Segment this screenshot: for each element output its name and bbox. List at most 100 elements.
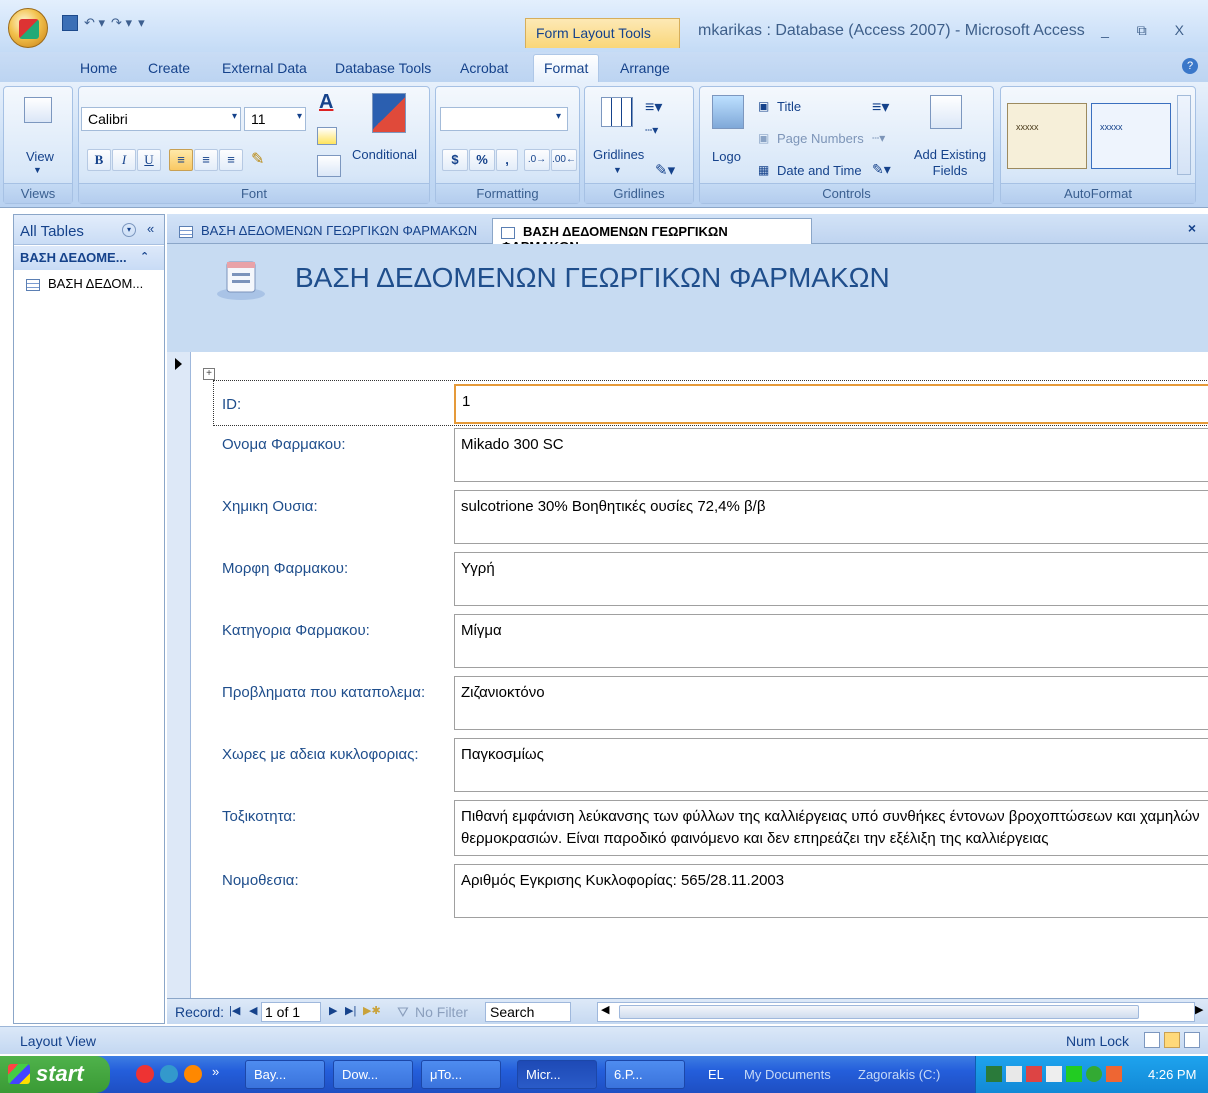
save-icon[interactable] bbox=[62, 15, 78, 31]
align-center-icon[interactable]: ≡ bbox=[194, 149, 218, 171]
autoformat-sample-2[interactable]: xxxxx bbox=[1091, 103, 1171, 169]
quicklaunch-firefox-icon[interactable] bbox=[184, 1065, 202, 1083]
field-form[interactable]: Υγρή bbox=[454, 552, 1208, 606]
taskbar-button-2[interactable]: Dow... bbox=[333, 1060, 413, 1089]
tab-external-data[interactable]: External Data bbox=[222, 60, 307, 76]
quicklaunch-ie-icon[interactable] bbox=[160, 1065, 178, 1083]
tray-icon-1[interactable] bbox=[986, 1066, 1002, 1082]
taskbar-button-5[interactable]: 6.P... bbox=[605, 1060, 685, 1089]
start-button[interactable]: start bbox=[0, 1056, 110, 1093]
toolbar-drive[interactable]: Zagorakis (C:) bbox=[858, 1067, 940, 1082]
nav-group-header[interactable]: ΒΑΣΗ ΔΕΔΟΜΕ... ⌃ bbox=[14, 246, 164, 270]
undo-icon[interactable]: ↶ ▾ bbox=[84, 15, 105, 31]
doc-tab-form[interactable]: ΒΑΣΗ ΔΕΔΟΜΕΝΩΝ ΓΕΩΡΓΙΚΩΝ ΦΑΡΜΑΚΩΝ bbox=[492, 218, 812, 254]
font-name-dropdown-icon[interactable]: ▾ bbox=[232, 111, 237, 122]
line-type-icon[interactable]: ┄▾ bbox=[645, 123, 658, 137]
nav-item-table[interactable]: ΒΑΣΗ ΔΕΔΟΜ... bbox=[14, 273, 164, 297]
scroll-thumb[interactable] bbox=[619, 1005, 1139, 1019]
border-type-icon[interactable]: ┄▾ bbox=[872, 131, 885, 145]
field-id[interactable]: 1 bbox=[454, 384, 1208, 424]
nav-pane-header[interactable]: All Tables ▾ « bbox=[14, 215, 164, 245]
add-existing-fields-button[interactable]: Add Existing Fields bbox=[912, 147, 988, 179]
line-color-icon[interactable]: ✎▾ bbox=[655, 161, 675, 179]
tab-home[interactable]: Home bbox=[80, 60, 117, 76]
help-icon[interactable]: ? bbox=[1182, 58, 1198, 74]
form-view-button-icon[interactable] bbox=[1144, 1032, 1160, 1048]
tray-icon-7[interactable] bbox=[1106, 1066, 1122, 1082]
page-numbers-button[interactable]: Page Numbers bbox=[777, 131, 864, 146]
office-button[interactable] bbox=[8, 8, 48, 48]
font-color-icon[interactable]: A bbox=[319, 91, 333, 114]
taskbar-button-4[interactable]: Micr... bbox=[517, 1060, 597, 1089]
quicklaunch-more-icon[interactable]: » bbox=[212, 1064, 219, 1079]
tab-arrange[interactable]: Arrange bbox=[620, 60, 670, 76]
align-right-icon[interactable]: ≡ bbox=[219, 149, 243, 171]
gridlines-dropdown-icon[interactable]: ▼ bbox=[613, 165, 622, 175]
window-buttons[interactable]: _ ⧉ X bbox=[1101, 22, 1196, 39]
scroll-right-icon[interactable]: ▶ bbox=[1195, 1003, 1203, 1016]
search-input[interactable]: Search bbox=[485, 1002, 571, 1022]
format-select[interactable] bbox=[440, 107, 568, 131]
fill-color-icon[interactable] bbox=[317, 127, 337, 145]
underline-button[interactable]: U bbox=[137, 149, 161, 171]
field-toxicity[interactable]: Πιθανή εμφάνιση λεύκανσης των φύλλων της… bbox=[454, 800, 1208, 856]
field-category[interactable]: Μίγμα bbox=[454, 614, 1208, 668]
border-width-icon[interactable]: ≡▾ bbox=[872, 97, 889, 117]
language-indicator[interactable]: EL bbox=[708, 1067, 724, 1082]
current-record-input[interactable]: 1 of 1 bbox=[261, 1002, 321, 1022]
design-view-button-icon[interactable] bbox=[1184, 1032, 1200, 1048]
redo-icon[interactable]: ↷ ▾ bbox=[111, 15, 132, 31]
tab-create[interactable]: Create bbox=[148, 60, 190, 76]
autoformat-scroll[interactable] bbox=[1177, 95, 1191, 175]
view-dropdown-icon[interactable]: ▼ bbox=[33, 165, 42, 175]
title-button[interactable]: Title bbox=[777, 99, 801, 114]
first-record-icon[interactable]: |◀ bbox=[229, 1004, 240, 1017]
last-record-icon[interactable]: ▶| bbox=[345, 1004, 356, 1017]
taskbar-button-1[interactable]: Bay... bbox=[245, 1060, 325, 1089]
logo-button[interactable]: Logo bbox=[712, 149, 741, 164]
quicklaunch-opera-icon[interactable] bbox=[136, 1065, 154, 1083]
doc-tab-table[interactable]: ΒΑΣΗ ΔΕΔΟΜΕΝΩΝ ΓΕΩΡΓΙΚΩΝ ΦΑΡΜΑΚΩΝ bbox=[171, 218, 485, 244]
customize-qat-icon[interactable]: ▾ bbox=[138, 15, 145, 31]
layout-view-button-icon[interactable] bbox=[1164, 1032, 1180, 1048]
previous-record-icon[interactable]: ◀ bbox=[249, 1004, 257, 1017]
field-chemical[interactable]: sulcotrione 30% Βοηθητικές ουσίες 72,4% … bbox=[454, 490, 1208, 544]
tray-volume-icon[interactable] bbox=[1046, 1066, 1062, 1082]
conditional-button[interactable]: Conditional bbox=[352, 147, 417, 162]
taskbar-button-3[interactable]: μTo... bbox=[421, 1060, 501, 1089]
autoformat-sample-1[interactable]: xxxxx bbox=[1007, 103, 1087, 169]
currency-button[interactable]: $ bbox=[442, 149, 468, 171]
line-width-icon[interactable]: ≡▾ bbox=[645, 97, 662, 117]
field-countries[interactable]: Παγκοσμίως bbox=[454, 738, 1208, 792]
tray-icon-2[interactable] bbox=[1006, 1066, 1022, 1082]
tab-format[interactable]: Format bbox=[533, 54, 600, 82]
tray-network-icon[interactable] bbox=[1026, 1066, 1042, 1082]
toolbar-my-documents[interactable]: My Documents bbox=[744, 1067, 831, 1082]
gridlines-button[interactable]: Gridlines bbox=[593, 147, 644, 162]
italic-button[interactable]: I bbox=[112, 149, 136, 171]
layout-move-handle-icon[interactable]: + bbox=[203, 368, 215, 380]
field-problems[interactable]: Ζιζανιοκτόνο bbox=[454, 676, 1208, 730]
view-button[interactable]: View bbox=[26, 149, 54, 164]
tray-icon-5[interactable] bbox=[1066, 1066, 1082, 1082]
font-size-dropdown-icon[interactable]: ▾ bbox=[297, 111, 302, 122]
date-time-button[interactable]: Date and Time bbox=[777, 163, 862, 178]
new-record-icon[interactable]: ▶✱ bbox=[363, 1004, 381, 1017]
decrease-decimals-icon[interactable]: .00← bbox=[551, 149, 577, 171]
tab-database-tools[interactable]: Database Tools bbox=[335, 60, 431, 76]
nav-group-collapse-icon[interactable]: ⌃ bbox=[140, 250, 149, 263]
field-legislation[interactable]: Αριθμός Εγκρισης Κυκλοφορίας: 565/28.11.… bbox=[454, 864, 1208, 918]
comma-button[interactable]: , bbox=[496, 149, 518, 171]
tab-acrobat[interactable]: Acrobat bbox=[460, 60, 508, 76]
no-filter-indicator[interactable]: No Filter bbox=[415, 1004, 468, 1020]
scroll-left-icon[interactable]: ◀ bbox=[601, 1003, 609, 1016]
font-name-select[interactable]: Calibri bbox=[81, 107, 241, 131]
tray-icon-6[interactable] bbox=[1086, 1066, 1102, 1082]
bold-button[interactable]: B bbox=[87, 149, 111, 171]
border-color-icon[interactable]: ✎▾ bbox=[872, 161, 891, 178]
align-left-icon[interactable]: ≡ bbox=[169, 149, 193, 171]
format-painter-icon[interactable]: ✎ bbox=[251, 149, 264, 169]
nav-menu-dropdown-icon[interactable]: ▾ bbox=[122, 223, 136, 237]
close-document-icon[interactable]: × bbox=[1188, 220, 1196, 236]
format-dropdown-icon[interactable]: ▾ bbox=[556, 111, 561, 122]
